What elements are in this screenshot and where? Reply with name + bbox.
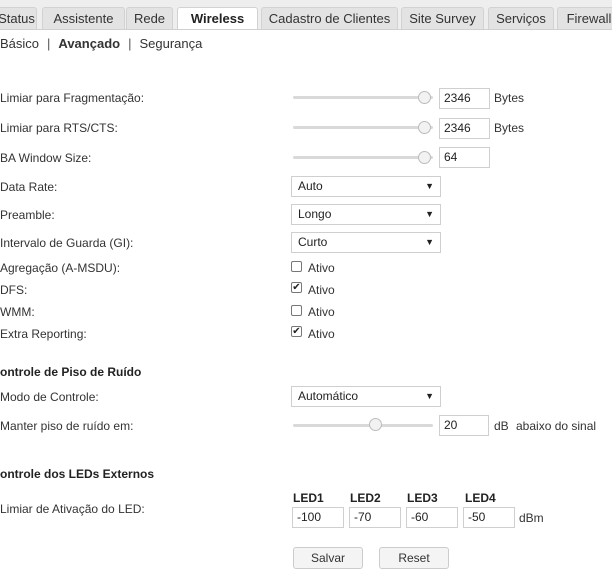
extra-reporting-option-label: Ativo: [308, 327, 335, 341]
ba-window-input[interactable]: 64: [439, 147, 490, 168]
led-unit: dBm: [519, 511, 544, 525]
rts-cts-slider[interactable]: [293, 126, 433, 129]
tab-status[interactable]: Status: [0, 7, 37, 29]
fragmentation-input[interactable]: 2346: [439, 88, 490, 109]
guard-interval-select[interactable]: Curto ▼: [291, 232, 441, 253]
guard-interval-selected: Curto: [298, 235, 328, 249]
amsdu-label: Agregação (A-MSDU):: [0, 261, 121, 275]
data-rate-selected: Auto: [298, 179, 323, 193]
led3-input[interactable]: -60: [406, 507, 458, 528]
control-mode-label: Modo de Controle:: [0, 390, 99, 404]
noise-floor-heading: ontrole de Piso de Ruído: [0, 365, 142, 379]
data-rate-select[interactable]: Auto ▼: [291, 176, 441, 197]
save-button[interactable]: Salvar: [293, 547, 363, 569]
extra-reporting-label: Extra Reporting:: [0, 327, 87, 341]
subnav: Básico | Avançado | Segurança: [0, 36, 202, 51]
led4-input[interactable]: -50: [463, 507, 515, 528]
tab-wireless[interactable]: Wireless: [177, 7, 258, 29]
tab-cadastro-de-clientes[interactable]: Cadastro de Clientes: [261, 7, 398, 29]
extra-reporting-checkbox[interactable]: ✔: [291, 326, 302, 337]
led-threshold-label: Limiar de Ativação do LED:: [0, 502, 145, 516]
led1-header: LED1: [293, 491, 324, 505]
rts-cts-input[interactable]: 2346: [439, 118, 490, 139]
rts-cts-unit: Bytes: [494, 121, 525, 135]
fragmentation-slider-thumb[interactable]: [418, 91, 431, 104]
subnav-avancado[interactable]: Avançado: [58, 36, 120, 51]
leds-heading: ontrole dos LEDs Externos: [0, 467, 155, 481]
tab-firewall[interactable]: Firewall: [557, 7, 612, 29]
rts-cts-label: Limiar para RTS/CTS:: [0, 121, 118, 135]
chevron-down-icon: ▼: [425, 209, 434, 219]
data-rate-label: Data Rate:: [0, 180, 58, 194]
fragmentation-unit: Bytes: [494, 91, 525, 105]
checkmark-icon: ✔: [292, 326, 301, 337]
tab-rede[interactable]: Rede: [126, 7, 173, 29]
guard-interval-label: Intervalo de Guarda (GI):: [0, 236, 134, 250]
led2-input[interactable]: -70: [349, 507, 401, 528]
noise-floor-slider-thumb[interactable]: [369, 418, 382, 431]
dfs-checkbox[interactable]: ✔: [291, 282, 302, 293]
amsdu-checkbox[interactable]: [291, 261, 302, 272]
preamble-selected: Longo: [298, 207, 332, 221]
led1-input[interactable]: -100: [292, 507, 344, 528]
reset-button[interactable]: Reset: [379, 547, 449, 569]
noise-floor-slider[interactable]: [293, 424, 433, 427]
subnav-seguranca[interactable]: Segurança: [139, 36, 202, 51]
ba-window-slider[interactable]: [293, 156, 433, 159]
control-mode-select[interactable]: Automático ▼: [291, 386, 441, 407]
led4-header: LED4: [465, 491, 496, 505]
main-tab-bar: Status Assistente Rede Wireless Cadastro…: [0, 0, 612, 30]
amsdu-option-label: Ativo: [308, 261, 335, 275]
subnav-basico[interactable]: Básico: [0, 36, 39, 51]
rts-cts-slider-thumb[interactable]: [418, 121, 431, 134]
led2-header: LED2: [350, 491, 381, 505]
wmm-label: WMM:: [0, 305, 35, 319]
fragmentation-slider[interactable]: [293, 96, 433, 99]
ba-window-slider-thumb[interactable]: [418, 151, 431, 164]
fragmentation-label: Limiar para Fragmentação:: [0, 91, 145, 105]
chevron-down-icon: ▼: [425, 237, 434, 247]
preamble-label: Preamble:: [0, 208, 55, 222]
wmm-option-label: Ativo: [308, 305, 335, 319]
led3-header: LED3: [407, 491, 438, 505]
dfs-label: DFS:: [0, 283, 28, 297]
wmm-checkbox[interactable]: [291, 305, 302, 316]
tab-site-survey[interactable]: Site Survey: [401, 7, 484, 29]
dfs-option-label: Ativo: [308, 283, 335, 297]
noise-floor-suffix: abaixo do sinal: [516, 419, 597, 433]
chevron-down-icon: ▼: [425, 181, 434, 191]
noise-floor-input[interactable]: 20: [439, 415, 489, 436]
noise-floor-unit: dB: [494, 419, 509, 433]
tab-assistente[interactable]: Assistente: [42, 7, 125, 29]
subnav-separator: |: [128, 36, 132, 51]
checkmark-icon: ✔: [292, 282, 301, 293]
control-mode-selected: Automático: [298, 389, 359, 403]
chevron-down-icon: ▼: [425, 391, 434, 401]
tab-servicos[interactable]: Serviços: [488, 7, 554, 29]
noise-floor-keep-label: Manter piso de ruído em:: [0, 419, 134, 433]
ba-window-label: BA Window Size:: [0, 151, 92, 165]
preamble-select[interactable]: Longo ▼: [291, 204, 441, 225]
subnav-separator: |: [47, 36, 51, 51]
